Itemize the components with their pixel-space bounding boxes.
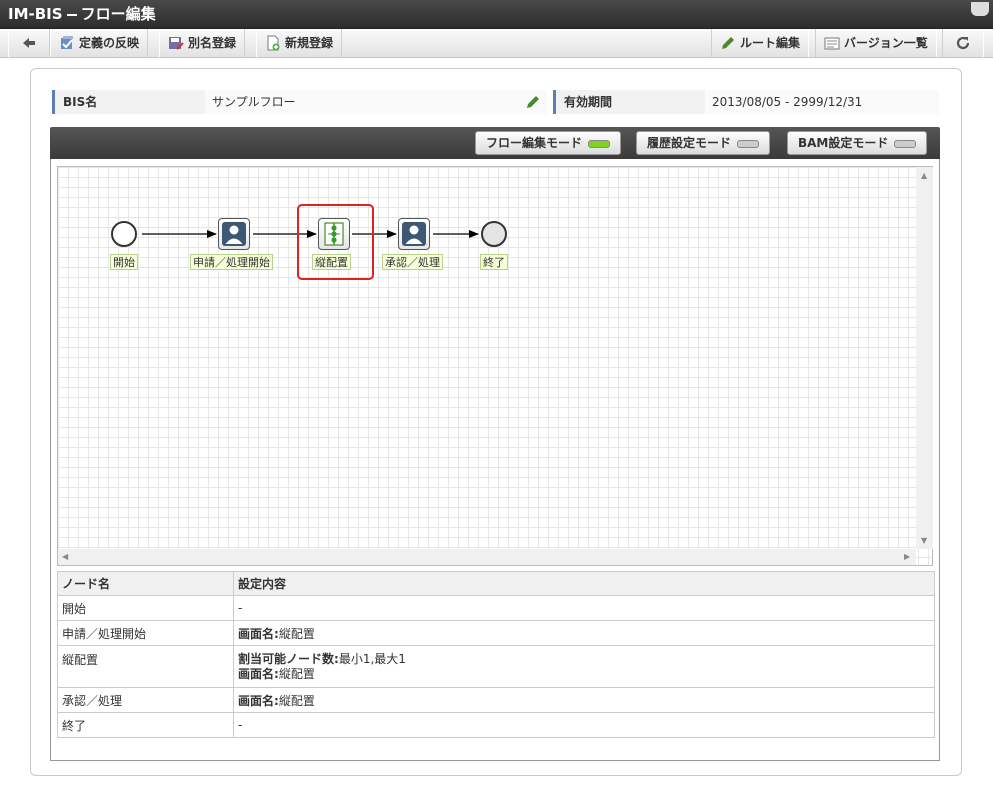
table-row: 承認／処理 画面名:縦配置 xyxy=(57,687,935,713)
apply-task-node[interactable] xyxy=(218,218,250,250)
column-header-settings: 設定内容 xyxy=(233,571,935,596)
setting-value: 縦配置 xyxy=(278,666,315,681)
start-node[interactable] xyxy=(111,221,137,247)
setting-line: 画面名:縦配置 xyxy=(238,667,930,682)
setting-value: - xyxy=(238,601,243,615)
vertical-layout-node-label[interactable]: 縦配置 xyxy=(312,254,351,270)
settings-cell: - xyxy=(233,712,935,738)
setting-value: 最小1,最大1 xyxy=(338,651,406,666)
settings-cell: 画面名:縦配置 xyxy=(233,620,935,646)
settings-cell: 画面名:縦配置 xyxy=(233,687,935,713)
node-name-cell: 終了 xyxy=(57,712,234,738)
setting-key: 画面名: xyxy=(238,626,279,641)
start-node-label[interactable]: 開始 xyxy=(110,254,138,270)
setting-value: 縦配置 xyxy=(278,693,315,708)
node-settings-table: ノード名 設定内容 開始 - 申請／処理開始 画面名:縦配置 縦配置 割当可能ノ… xyxy=(57,571,935,738)
setting-line: 割当可能ノード数:最小1,最大1 xyxy=(238,652,930,667)
node-name-cell: 開始 xyxy=(57,595,234,621)
user-icon xyxy=(222,222,246,246)
end-node-label[interactable]: 終了 xyxy=(480,254,508,270)
node-name-cell: 申請／処理開始 xyxy=(57,620,234,646)
table-header-row: ノード名 設定内容 xyxy=(57,571,935,596)
vertical-layout-node[interactable] xyxy=(318,218,350,250)
setting-key: 画面名: xyxy=(238,666,279,681)
vertical-layout-icon xyxy=(324,222,344,246)
table-row: 開始 - xyxy=(57,595,935,621)
node-name-cell: 縦配置 xyxy=(57,645,234,688)
approve-task-node-label[interactable]: 承認／処理 xyxy=(382,254,443,270)
settings-cell: 割当可能ノード数:最小1,最大1 画面名:縦配置 xyxy=(233,645,935,688)
node-name-cell: 承認／処理 xyxy=(57,687,234,713)
settings-cell: - xyxy=(233,595,935,621)
apply-task-node-label[interactable]: 申請／処理開始 xyxy=(190,254,273,270)
end-node[interactable] xyxy=(481,221,507,247)
table-row: 縦配置 割当可能ノード数:最小1,最大1 画面名:縦配置 xyxy=(57,645,935,688)
column-header-node-name: ノード名 xyxy=(57,571,234,596)
setting-key: 割当可能ノード数: xyxy=(238,651,339,666)
setting-value: 縦配置 xyxy=(278,626,315,641)
user-icon xyxy=(402,222,426,246)
setting-key: 画面名: xyxy=(238,693,279,708)
table-row: 終了 - xyxy=(57,712,935,738)
approve-task-node[interactable] xyxy=(398,218,430,250)
setting-value: - xyxy=(238,718,243,732)
table-row: 申請／処理開始 画面名:縦配置 xyxy=(57,620,935,646)
